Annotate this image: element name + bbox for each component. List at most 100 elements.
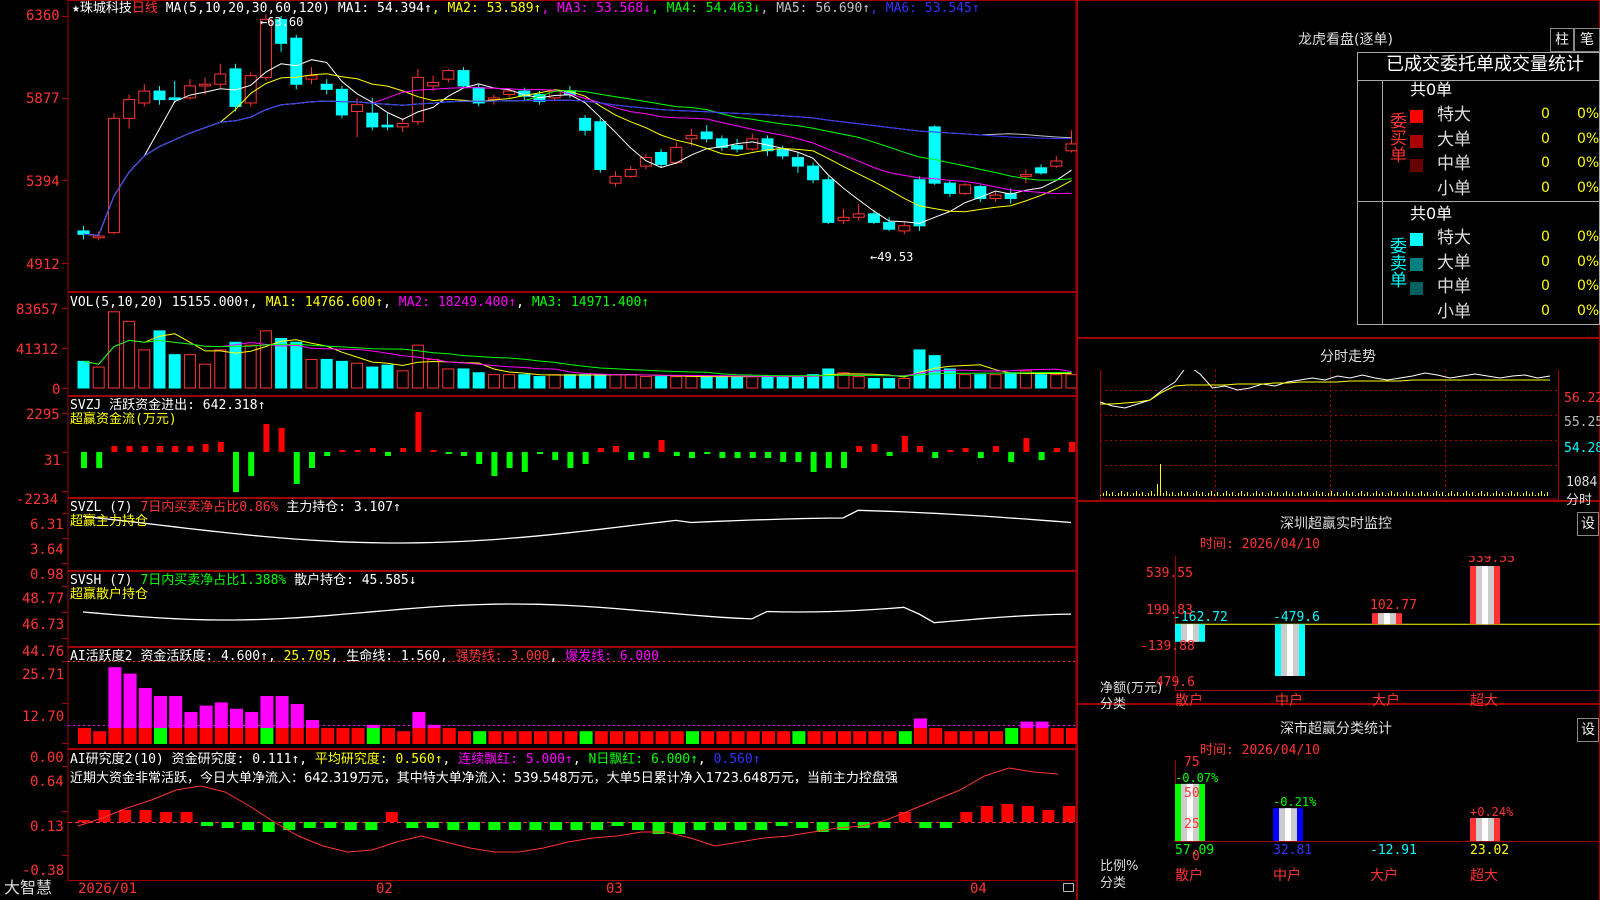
candle-body [168,97,181,101]
res-nday: N日飘红: 6.000↑ [588,752,698,767]
svzj-bar [476,452,483,464]
vol-value: 15155.000↑ [171,295,251,310]
volume-bar [229,341,242,389]
svsh-line [82,603,1072,624]
svzj-title: SVZJ [70,398,102,413]
act-title-row: AI活跃度2 资金活跃度: 4.600↑, 25.705, 生命线: 1.560… [70,649,659,664]
svzj-title-row: SVZJ 活跃资金进出: 642.318↑ [70,399,265,412]
sz-class-ytick-4: 0 [1192,849,1200,864]
activity-bar-top [1020,721,1034,728]
activity-bar [199,728,213,744]
activity-bar [442,728,456,744]
svzj-bar [947,450,954,452]
activity-bars [78,667,1077,744]
research-bar [734,822,747,830]
activity-bar [412,728,426,744]
column-view-button[interactable]: 柱 [1550,28,1574,52]
svzj-bar [202,444,209,452]
research-bar [365,822,378,830]
svzj-bar [613,446,619,452]
intraday-ytick-4: 1084 [1566,475,1598,490]
dragon-tiger-title: 龙虎看盘(逐单) [1298,32,1393,48]
buy-total: 共0单 [1410,80,1453,99]
activity-bar [1005,728,1019,744]
svzl-title: SVZL (7) [70,500,133,515]
svzj-bar [658,440,665,452]
sell-rows-pct-2: 0% [1577,278,1600,294]
svzj-bar [1023,438,1030,452]
res-title: AI研究度2(10) [70,752,164,767]
svsh-indicator: 散户持仓: 45.585↓ [294,573,417,588]
candle-body [685,134,698,140]
lock-icon[interactable] [1063,883,1074,892]
activity-bar [625,731,639,744]
svzj-bar [111,446,118,452]
intraday-avg-line [1100,379,1550,405]
svzj-bar [96,452,103,468]
activity-bar [914,728,927,744]
activity-bar-top [108,667,122,728]
candle-body [928,126,941,184]
sell-rows-swatch-3 [1410,306,1423,320]
cls-value-label-3: 23.02 [1470,843,1509,858]
activity-bar [260,728,274,744]
star-icon[interactable]: ★ [72,1,80,16]
research-bar [837,822,850,830]
svzj-bar [962,448,969,452]
sell-rows-count-2: 0 [1541,278,1550,294]
svzj-subtitle: 超赢资金流(万元) [70,412,177,427]
candle-body [867,213,880,223]
research-bar [570,822,583,830]
activity-bar-top [412,712,426,728]
ytick-svzj-3: -2234 [16,492,59,508]
svzj-bar [582,452,589,464]
sz-class-settings-button[interactable]: 设 [1577,718,1599,742]
sell-rows-swatch-2 [1410,282,1423,295]
research-bar [878,822,891,828]
svzl-ratio: 7日内买卖净占比0.86% [140,500,279,515]
candle-body [381,124,394,128]
activity-bar [245,728,259,744]
activity-bar [990,731,1003,744]
sz-category-1: 中户 [1275,692,1303,709]
ma-title: MA(5,10,20,30,60,120) [165,1,331,16]
ytick-svzl-2: 3.64 [30,542,64,558]
activity-bar [838,731,851,744]
activity-bar-top [275,696,289,728]
volume-bar [214,349,227,389]
candlesticks [77,14,1077,241]
research-bar [324,822,337,828]
svsh-title-row: SVSH (7) 7日内买卖净占比1.388% 散户持仓: 45.585↓ [70,574,417,587]
activity-bar [716,731,730,744]
pen-view-button[interactable]: 笔 [1574,28,1600,52]
res-streak: 连续飘红: 5.000↑ [458,752,573,767]
volume-bar [867,377,880,389]
research-bar [385,812,398,822]
research-bar [119,810,132,822]
candle-body [913,179,926,227]
candle-body [229,68,242,107]
activity-bar [944,731,958,744]
candle-body [366,112,379,128]
research-bar [1001,804,1014,822]
candle-body [427,82,440,87]
svzj-bar [157,446,163,452]
candle-body [852,213,865,218]
cls-change-label-1: -0.21% [1273,795,1317,809]
period-label[interactable]: 日线 [132,1,158,16]
volume-bar [290,341,303,389]
intraday-ytick-3: 54.28 [1564,441,1600,456]
vol-ma1: MA1: 14766.600↑ [265,295,384,310]
volume-bar [320,358,333,389]
sz-monitor-settings-button[interactable]: 设 [1577,512,1599,536]
sz-bar-label-1: -479.6 [1273,610,1320,625]
buy-rows-swatch-1 [1410,134,1423,148]
activity-bar [321,728,335,744]
svzj-bar [917,446,923,452]
buy-rows-count-1: 0 [1541,130,1550,147]
ytick-svzj-2: 31 [44,453,61,469]
act-title: AI活跃度2 [70,649,133,664]
intraday-chart[interactable] [1100,370,1564,510]
candle-body [655,151,668,165]
activity-bar-top [169,696,183,728]
